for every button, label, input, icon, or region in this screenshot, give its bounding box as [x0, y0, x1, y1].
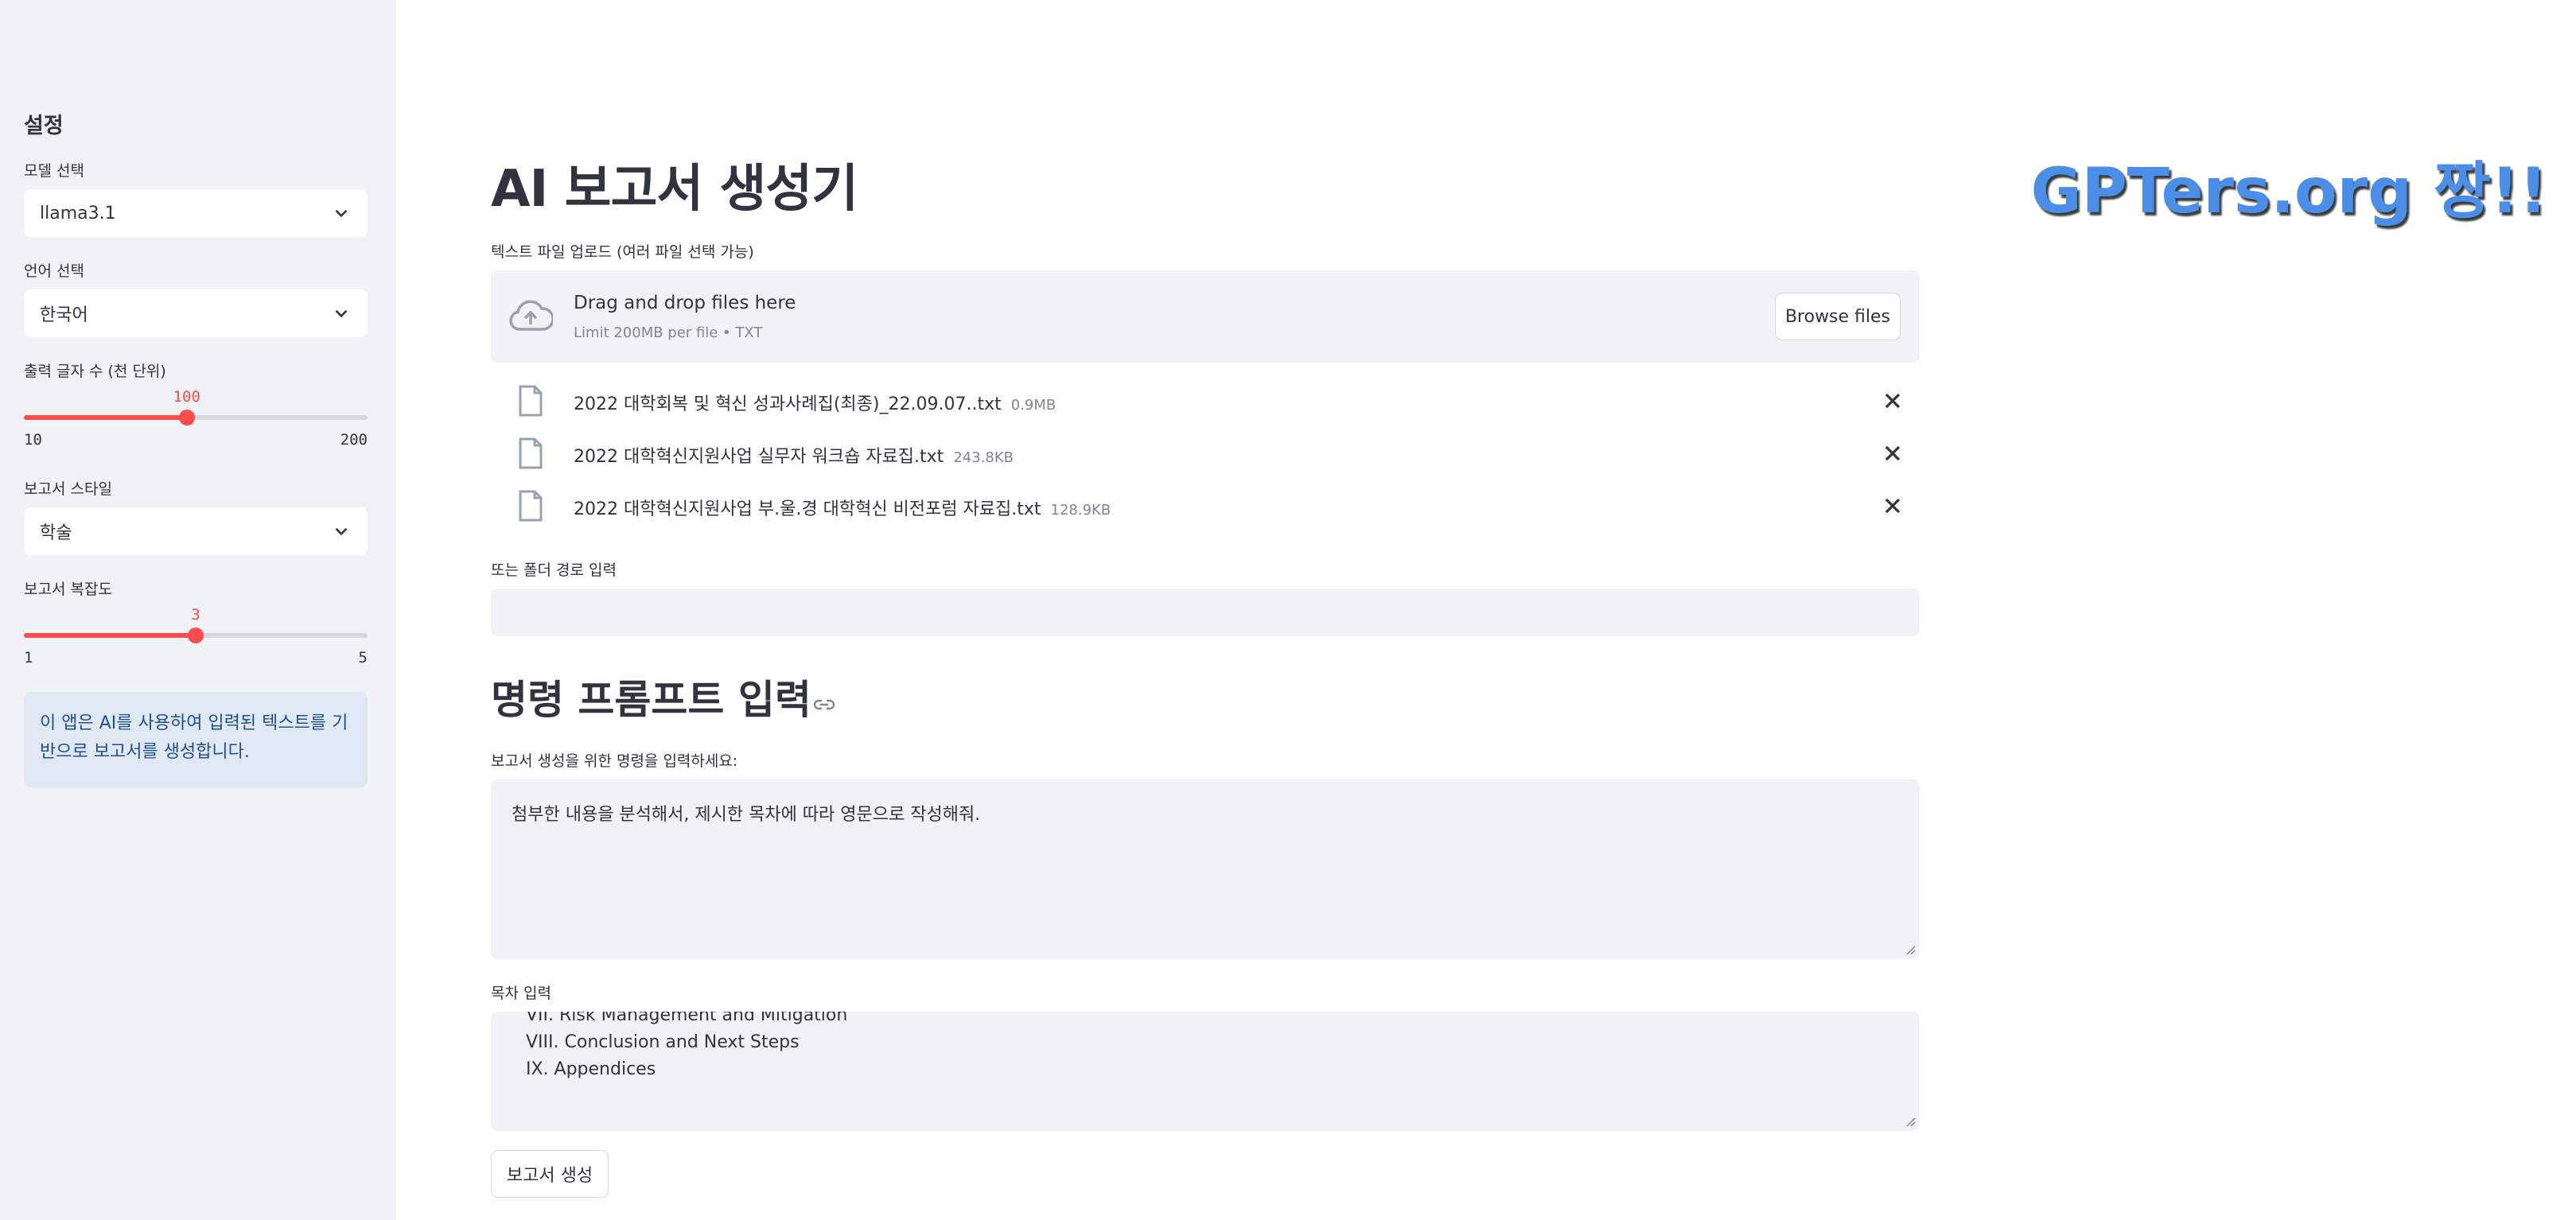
generate-report-button[interactable]: 보고서 생성: [491, 1150, 609, 1198]
slider-thumb[interactable]: [178, 410, 195, 425]
resize-handle-icon[interactable]: [1905, 1117, 1916, 1128]
prompt-section-heading: 명령 프롬프트 입력: [491, 677, 811, 723]
file-icon: [519, 437, 543, 469]
chevron-down-icon: [335, 527, 348, 536]
file-size: 128.9KB: [1050, 502, 1111, 519]
style-select-label: 보고서 스타일: [24, 480, 112, 498]
dropzone-text: Drag and drop files here: [574, 293, 796, 313]
file-icon: [519, 385, 543, 417]
cloud-upload-icon: [509, 300, 553, 331]
language-select-value: 한국어: [40, 305, 88, 325]
page-title: AI 보고서 생성기: [491, 160, 858, 219]
uploaded-file-row: 2022 대학혁신지원사업 실무자 워크숍 자료집.txt 243.8KB: [491, 431, 1920, 476]
slider-fill: [24, 415, 187, 420]
file-size: 243.8KB: [953, 449, 1014, 466]
slider-max: 200: [340, 431, 368, 449]
prompt-textarea[interactable]: 첨부한 내용을 분석해서, 제시한 목차에 따라 영문으로 작성해줘.: [491, 779, 1920, 959]
prompt-text: 첨부한 내용을 분석해서, 제시한 목차에 따라 영문으로 작성해줘.: [512, 805, 981, 825]
info-box: 이 앱은 AI를 사용하여 입력된 텍스트를 기반으로 보고서를 생성합니다.: [24, 692, 368, 787]
slider-min: 10: [24, 431, 42, 449]
toc-label: 목차 입력: [491, 985, 551, 1002]
toc-line: IX. Appendices: [526, 1059, 656, 1079]
slider-max: 5: [358, 649, 368, 666]
toc-line: VII. Risk Management and Mitigation: [526, 1012, 848, 1025]
file-name: 2022 대학혁신지원사업 실무자 워크숍 자료집.txt: [574, 447, 944, 467]
style-select[interactable]: 학술: [24, 507, 368, 555]
slider-min: 1: [24, 649, 33, 666]
length-slider-label: 출력 글자 수 (천 단위): [24, 363, 166, 380]
remove-file-icon[interactable]: [1881, 442, 1904, 464]
folder-path-label: 또는 폴더 경로 입력: [491, 561, 617, 579]
file-name: 2022 대학혁신지원사업 부.울.경 대학혁신 비전포럼 자료집.txt: [574, 499, 1041, 519]
complexity-slider[interactable]: 3 1 5: [24, 606, 368, 666]
length-slider[interactable]: 100 10 200: [24, 388, 368, 449]
language-select-label: 언어 선택: [24, 262, 84, 280]
model-select-label: 모델 선택: [24, 162, 84, 180]
file-icon: [519, 490, 543, 522]
complexity-slider-label: 보고서 복잡도: [24, 581, 112, 598]
file-dropzone[interactable]: Drag and drop files here Limit 200MB per…: [491, 270, 1920, 363]
file-name: 2022 대학회복 및 혁신 성과사례집(최종)_22.09.07..txt: [574, 394, 1002, 414]
brand-banner: GPTers.org 짱!!: [2030, 156, 2547, 227]
chevron-down-icon: [335, 209, 348, 218]
link-icon[interactable]: [811, 692, 837, 717]
model-select[interactable]: llama3.1: [24, 189, 368, 237]
slider-value: 100: [173, 388, 200, 406]
style-select-value: 학술: [40, 523, 72, 543]
prompt-label: 보고서 생성을 위한 명령을 입력하세요:: [491, 752, 738, 770]
toc-line: VIII. Conclusion and Next Steps: [526, 1032, 800, 1052]
toc-textarea[interactable]: VII. Risk Management and Mitigation VIII…: [491, 1012, 1920, 1131]
language-select[interactable]: 한국어: [24, 289, 368, 337]
upload-label: 텍스트 파일 업로드 (여러 파일 선택 가능): [491, 243, 754, 261]
slider-value: 3: [191, 606, 200, 624]
browse-files-button[interactable]: Browse files: [1775, 293, 1901, 340]
uploaded-file-row: 2022 대학회복 및 혁신 성과사례집(최종)_22.09.07..txt 0.…: [491, 379, 1920, 423]
chevron-down-icon: [335, 309, 348, 318]
sidebar: 설정 모델 선택 llama3.1 언어 선택 한국어 출력 글자 수 (천 단…: [0, 0, 396, 1220]
file-size: 0.9MB: [1010, 397, 1056, 414]
dropzone-limit: Limit 200MB per file • TXT: [574, 324, 763, 341]
model-select-value: llama3.1: [40, 203, 116, 223]
uploaded-file-row: 2022 대학혁신지원사업 부.울.경 대학혁신 비전포럼 자료집.txt 128…: [491, 484, 1920, 528]
remove-file-icon[interactable]: [1881, 495, 1904, 517]
folder-path-input[interactable]: [491, 589, 1920, 636]
remove-file-icon[interactable]: [1881, 390, 1904, 412]
resize-handle-icon[interactable]: [1905, 945, 1916, 956]
sidebar-title: 설정: [24, 114, 64, 138]
slider-fill: [24, 633, 196, 638]
slider-thumb[interactable]: [188, 627, 204, 643]
